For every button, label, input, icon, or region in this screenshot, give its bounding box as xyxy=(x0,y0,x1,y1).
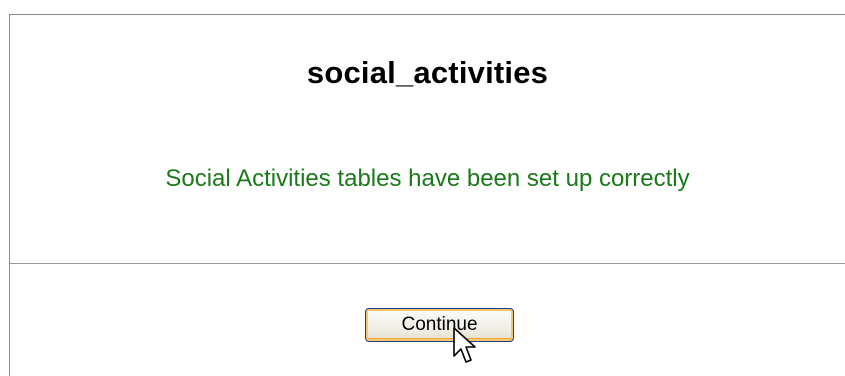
status-message: Social Activities tables have been set u… xyxy=(165,165,690,192)
continue-button[interactable]: Continue xyxy=(365,308,514,342)
divider xyxy=(10,263,845,264)
page-title: social_activities xyxy=(306,55,549,90)
